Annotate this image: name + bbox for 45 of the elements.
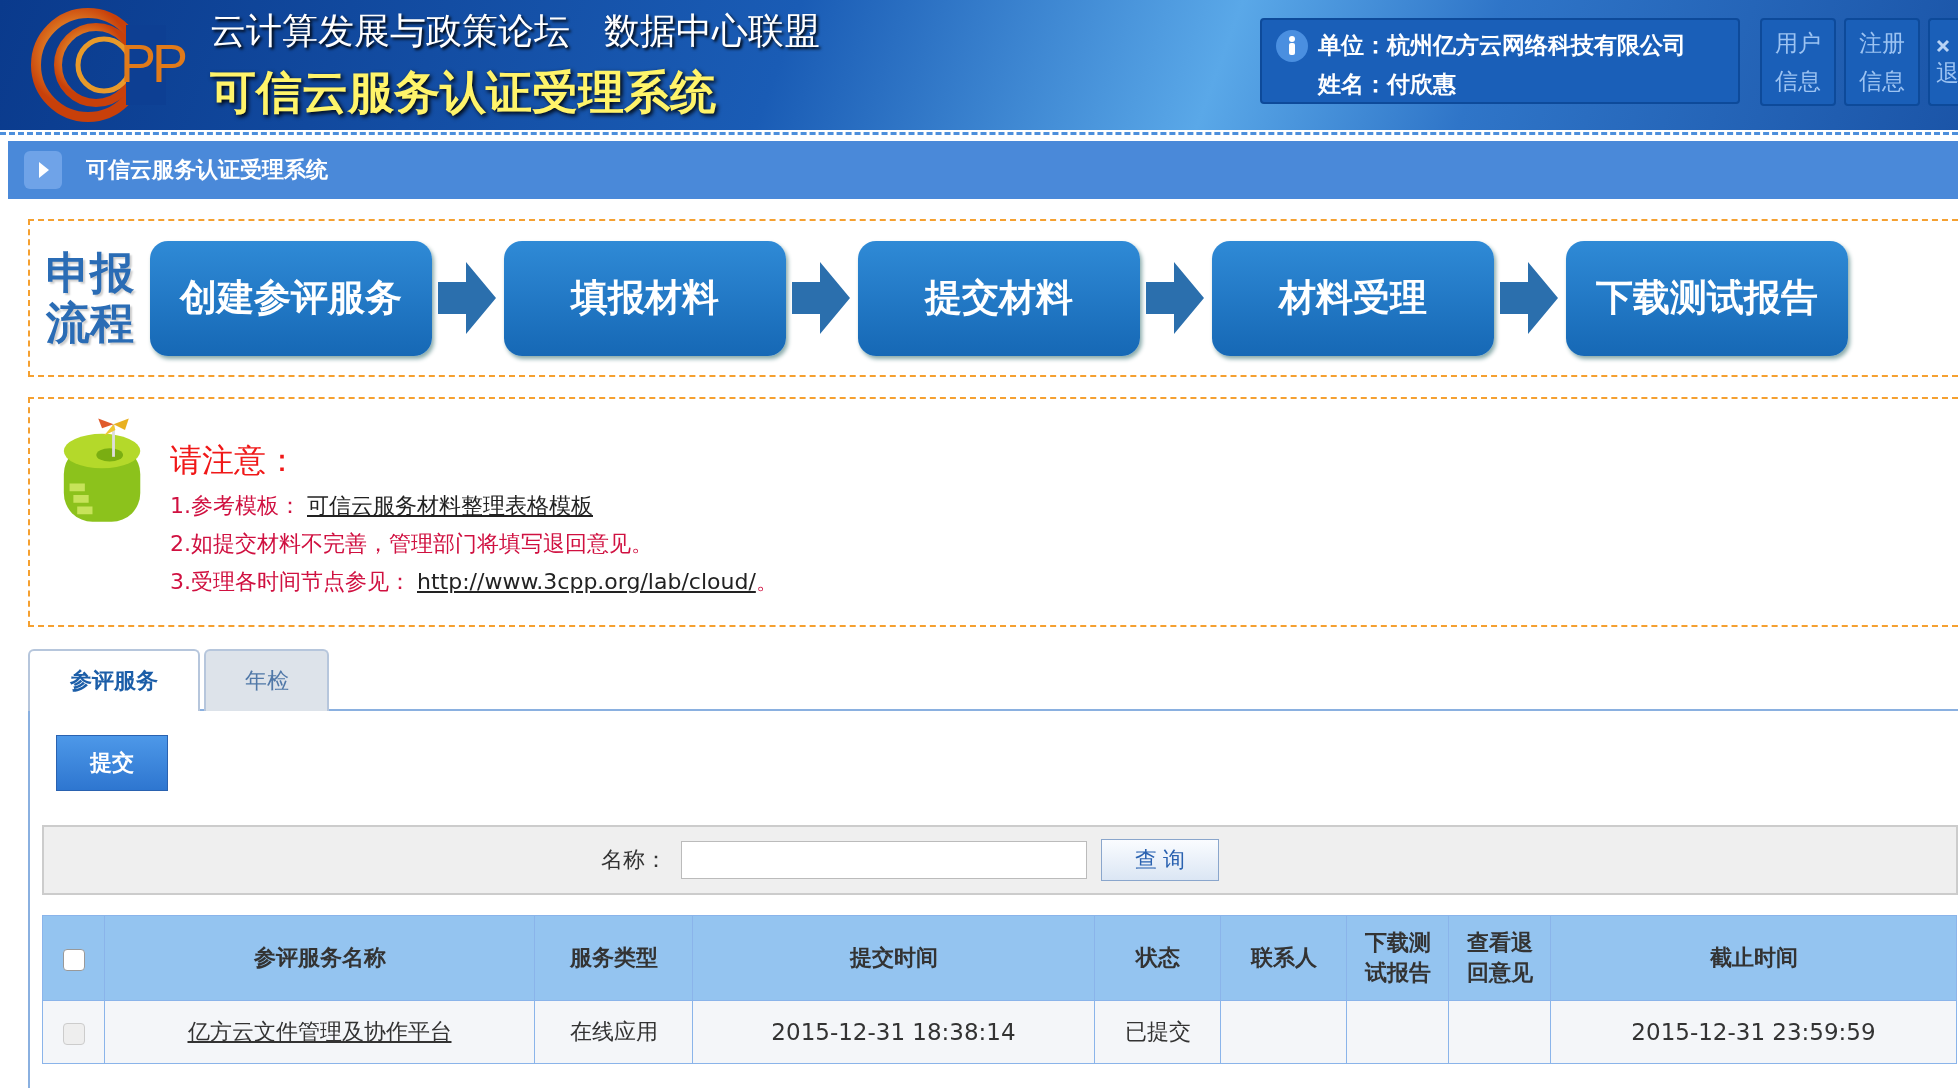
name-input-field[interactable] xyxy=(681,841,1087,879)
notice-link[interactable]: http://www.3cpp.org/lab/cloud/ xyxy=(417,569,756,594)
column-header: 状态 xyxy=(1094,915,1221,1001)
table-cell: 在线应用 xyxy=(534,1000,693,1064)
notice-title: 请注意： xyxy=(170,440,299,481)
process-step-button[interactable]: 提交材料 xyxy=(858,240,1141,356)
table-cell: 已提交 xyxy=(1094,1000,1221,1064)
tab[interactable]: 参评服务 xyxy=(28,649,200,711)
process-step-button[interactable]: 材料受理 xyxy=(1212,240,1495,356)
notice-text: 1.参考模板： xyxy=(170,492,301,520)
select-all-checkbox[interactable] xyxy=(62,948,85,971)
column-header: 参评服务名称 xyxy=(104,915,535,1001)
org-title: 云计算发展与政策论坛 xyxy=(210,8,570,53)
notice-text: 3.受理各时间节点参见： xyxy=(170,568,411,596)
notice-text: 2.如提交材料不完善，管理部门将填写退回意见。 xyxy=(170,530,653,558)
process-step-button[interactable]: 下载测试报告 xyxy=(1566,240,1849,356)
column-header: 服务类型 xyxy=(534,915,693,1001)
org-title: 数据中心联盟 xyxy=(604,8,820,53)
logo-text: PP xyxy=(120,32,185,94)
breadcrumb-text: 可信云服务认证受理系统 xyxy=(86,156,328,184)
process-step-button[interactable]: 创建参评服务 xyxy=(150,240,433,356)
notice-link[interactable]: 可信云服务材料整理表格模板 xyxy=(307,491,593,521)
logout-button[interactable]: 退 xyxy=(1928,18,1958,106)
process-step-button[interactable]: 填报材料 xyxy=(504,240,787,356)
close-icon xyxy=(1936,39,1950,53)
process-label: 申报流程 xyxy=(46,248,135,348)
column-header: 下载测试报告 xyxy=(1346,915,1449,1001)
header-button[interactable]: 用户信息 xyxy=(1760,18,1836,106)
person-info-icon xyxy=(1276,30,1308,62)
submit-button[interactable]: 提交 xyxy=(56,735,168,791)
name-text: 姓名：付欣惠 xyxy=(1318,70,1457,99)
play-icon xyxy=(24,151,62,189)
name-label: 名称： xyxy=(601,846,667,874)
table-cell: 2015-12-31 23:59:59 xyxy=(1550,1000,1957,1064)
unit-text: 单位：杭州亿方云网络科技有限公司 xyxy=(1318,31,1686,60)
header-button[interactable]: 注册信息 xyxy=(1844,18,1920,106)
column-header: 查看退回意见 xyxy=(1448,915,1551,1001)
notice-punctuation: 。 xyxy=(755,568,778,596)
column-header: 提交时间 xyxy=(692,915,1095,1001)
tab[interactable]: 年检 xyxy=(204,649,329,711)
column-header: 联系人 xyxy=(1220,915,1347,1001)
table-cell: 2015-12-31 18:38:14 xyxy=(692,1000,1095,1064)
column-header: 截止时间 xyxy=(1550,915,1957,1001)
system-title: 可信云服务认证受理系统 xyxy=(210,63,717,121)
search-button[interactable]: 查 询 xyxy=(1101,839,1219,881)
